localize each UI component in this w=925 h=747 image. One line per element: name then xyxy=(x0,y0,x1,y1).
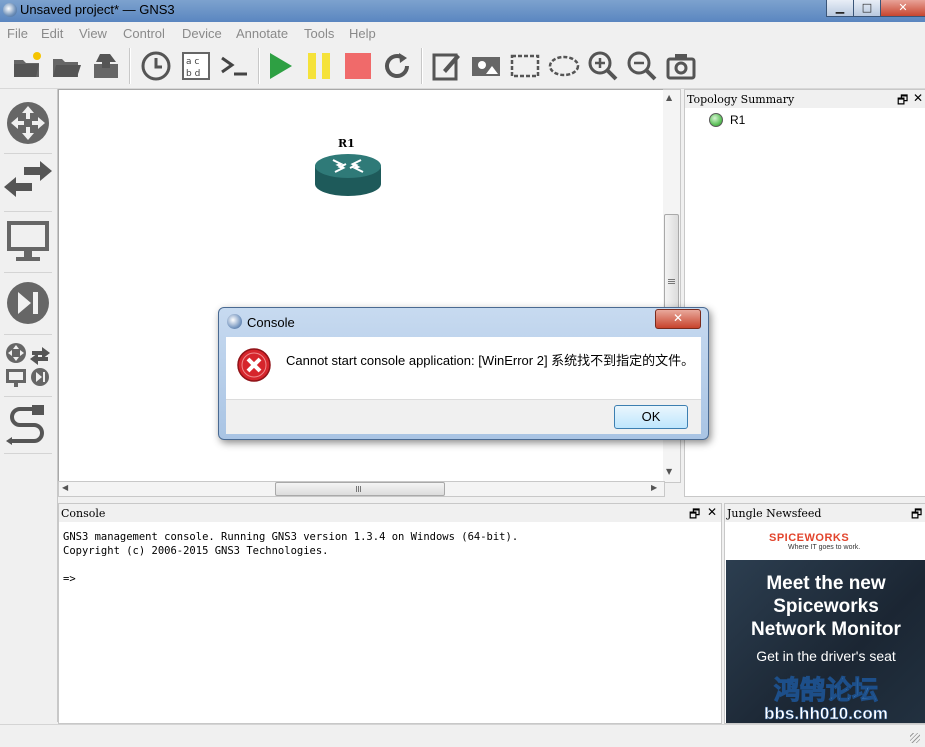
insert-picture-icon[interactable] xyxy=(470,50,502,82)
menu-help[interactable]: Help xyxy=(349,26,376,41)
close-icon[interactable]: ✕ xyxy=(913,91,923,105)
watermark-chinese: 鸿鹄论坛 xyxy=(773,676,878,707)
devices-dock xyxy=(0,89,58,722)
newsfeed-title: Jungle Newsfeed xyxy=(727,507,822,520)
menu-device[interactable]: Device xyxy=(182,26,222,41)
screenshot-icon[interactable] xyxy=(665,50,697,82)
topology-summary-header: Topology Summary 🗗 ✕ xyxy=(685,90,925,108)
console-title: Console xyxy=(61,507,106,520)
console-all-icon[interactable] xyxy=(218,50,250,82)
minimize-button[interactable]: ▁ xyxy=(826,0,854,17)
menu-view[interactable]: View xyxy=(79,26,107,41)
gns3-app-icon xyxy=(227,314,242,329)
reload-all-icon[interactable] xyxy=(381,50,413,82)
ok-button[interactable]: OK xyxy=(614,405,688,429)
canvas-horizontal-scrollbar[interactable]: ◀ ▶ xyxy=(58,481,665,497)
security-devices-icon[interactable] xyxy=(4,277,52,329)
error-icon xyxy=(237,348,271,382)
open-project-icon[interactable] xyxy=(50,50,82,82)
topology-summary-title: Topology Summary xyxy=(687,93,795,106)
float-icon[interactable]: 🗗 xyxy=(897,91,908,112)
horizontal-scroll-thumb[interactable] xyxy=(275,482,445,496)
save-project-icon[interactable] xyxy=(90,50,122,82)
end-devices-icon[interactable] xyxy=(4,215,52,267)
window-title: Unsaved project* — GNS3 xyxy=(20,2,175,17)
routers-icon[interactable] xyxy=(4,97,52,149)
draw-rectangle-icon[interactable] xyxy=(509,50,541,82)
console-output[interactable]: GNS3 management console. Running GNS3 ve… xyxy=(63,530,518,586)
stop-all-icon[interactable] xyxy=(342,50,374,82)
start-all-icon[interactable] xyxy=(264,50,296,82)
menu-tools[interactable]: Tools xyxy=(304,26,334,41)
add-note-icon[interactable] xyxy=(431,50,463,82)
ad-headline-1: Meet the new xyxy=(766,573,886,594)
topology-item-r1[interactable]: R1 xyxy=(730,113,745,127)
router-icon[interactable] xyxy=(313,152,383,200)
title-bar: Unsaved project* — GNS3 ▁ □ ✕ xyxy=(0,0,925,22)
svg-text:a c: a c xyxy=(186,57,199,67)
console-error-dialog: Console ✕ Cannot start console applicati… xyxy=(218,307,709,440)
suspend-all-icon[interactable] xyxy=(303,50,335,82)
all-devices-icon[interactable] xyxy=(4,339,52,391)
close-icon[interactable]: ✕ xyxy=(707,505,717,519)
float-icon[interactable]: 🗗 xyxy=(911,505,922,526)
zoom-in-icon[interactable] xyxy=(587,50,619,82)
ad-subline: Get in the driver's seat xyxy=(756,648,896,664)
console-header: Console 🗗 ✕ xyxy=(59,504,721,522)
ad-headline-3: Network Monitor xyxy=(751,619,901,640)
menu-edit[interactable]: Edit xyxy=(41,26,63,41)
newsfeed-ad[interactable]: Meet the new Spiceworks Network Monitor … xyxy=(726,560,925,723)
menu-control[interactable]: Control xyxy=(123,26,165,41)
switches-icon[interactable] xyxy=(4,157,52,209)
topology-summary-dock: Topology Summary 🗗 ✕ R1 xyxy=(684,89,925,497)
zoom-out-icon[interactable] xyxy=(626,50,658,82)
menu-bar: File Edit View Control Device Annotate T… xyxy=(0,23,925,43)
watermark-url: bbs.hh010.com xyxy=(764,704,888,723)
status-bar xyxy=(0,724,925,747)
jungle-newsfeed-dock: Jungle Newsfeed 🗗 SPICEWORKS Where IT go… xyxy=(724,503,925,724)
dialog-title: Console xyxy=(247,315,295,330)
newsfeed-header: Jungle Newsfeed 🗗 xyxy=(725,504,925,522)
spiceworks-tagline: Where IT goes to work. xyxy=(788,544,861,551)
resize-grip-icon[interactable] xyxy=(910,733,920,743)
toolbar: a c b d xyxy=(0,44,925,89)
svg-text:b d: b d xyxy=(186,69,200,79)
error-message: Cannot start console application: [WinEr… xyxy=(286,353,695,368)
spiceworks-logo[interactable]: SPICEWORKS xyxy=(769,532,849,544)
menu-annotate[interactable]: Annotate xyxy=(236,26,288,41)
menu-file[interactable]: File xyxy=(7,26,28,41)
draw-ellipse-icon[interactable] xyxy=(548,50,580,82)
add-link-icon[interactable] xyxy=(4,401,52,453)
float-icon[interactable]: 🗗 xyxy=(689,505,700,526)
snapshot-clock-icon[interactable] xyxy=(140,50,172,82)
node-label-r1[interactable]: R1 xyxy=(338,137,355,150)
dialog-body: Cannot start console application: [WinEr… xyxy=(226,337,701,399)
console-dock: Console 🗗 ✕ GNS3 management console. Run… xyxy=(58,503,722,724)
dialog-footer: OK xyxy=(226,399,701,434)
ad-headline-2: Spiceworks xyxy=(773,596,879,617)
dialog-close-button[interactable]: ✕ xyxy=(655,309,701,329)
close-window-button[interactable]: ✕ xyxy=(880,0,925,17)
show-interface-labels-icon[interactable]: a c b d xyxy=(180,50,212,82)
gns3-app-icon xyxy=(3,3,17,17)
new-project-icon[interactable] xyxy=(11,50,43,82)
status-indicator-icon xyxy=(709,113,723,127)
maximize-button[interactable]: □ xyxy=(853,0,881,17)
